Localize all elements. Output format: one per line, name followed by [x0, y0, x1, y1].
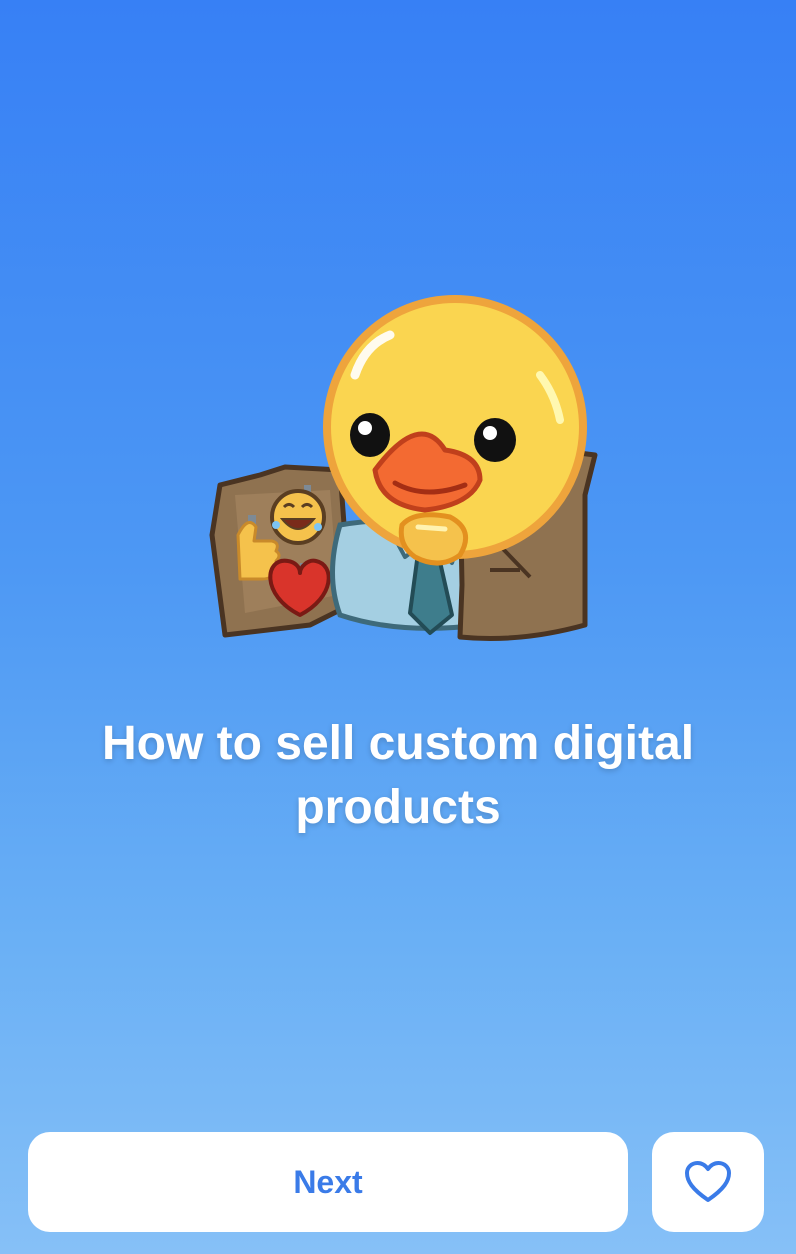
- page-title: How to sell custom digital products: [101, 717, 695, 834]
- favorite-button[interactable]: [652, 1132, 764, 1232]
- heart-outline-icon: [685, 1161, 731, 1202]
- next-button[interactable]: Next: [28, 1132, 628, 1232]
- duck-sticker-illustration: [209, 295, 598, 641]
- onboarding-screen: How to sell custom digital products Next: [0, 0, 796, 1254]
